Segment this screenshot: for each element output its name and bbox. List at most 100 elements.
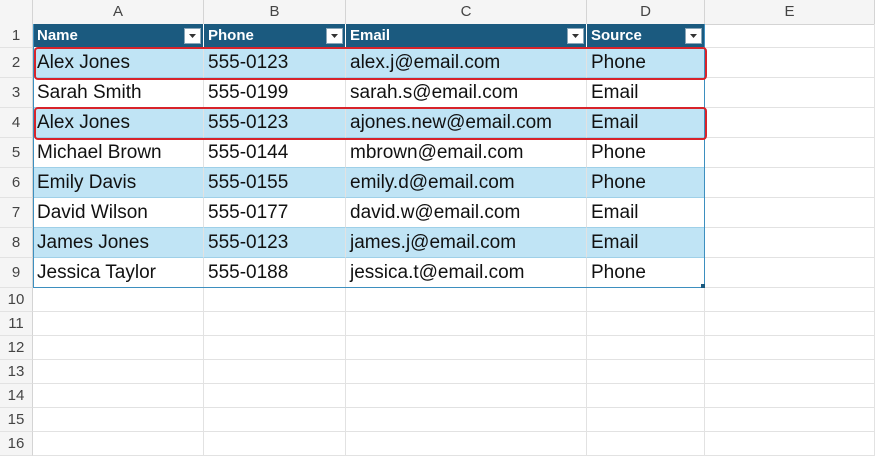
table-cell[interactable]: 555-0123 (204, 228, 346, 258)
table-cell[interactable]: 555-0123 (204, 108, 346, 138)
empty-cell[interactable] (587, 336, 705, 360)
table-cell[interactable]: 555-0123 (204, 48, 346, 78)
table-cell[interactable]: James Jones (33, 228, 204, 258)
empty-cell[interactable] (204, 288, 346, 312)
select-all-corner[interactable] (0, 0, 33, 24)
row-header-7[interactable]: 7 (0, 198, 33, 228)
table-cell[interactable]: emily.d@email.com (346, 168, 587, 198)
table-cell[interactable]: Email (587, 228, 705, 258)
table-cell[interactable]: james.j@email.com (346, 228, 587, 258)
empty-cell[interactable] (705, 408, 875, 432)
table-cell[interactable]: david.w@email.com (346, 198, 587, 228)
table-cell[interactable]: Email (587, 198, 705, 228)
table-cell[interactable]: 555-0199 (204, 78, 346, 108)
column-header-b[interactable]: B (204, 0, 346, 24)
empty-cell[interactable] (346, 360, 587, 384)
table-cell[interactable]: Jessica Taylor (33, 258, 204, 288)
table-cell-empty[interactable] (705, 138, 875, 168)
table-resize-handle[interactable] (701, 284, 705, 288)
table-header-name[interactable]: Name (33, 24, 204, 48)
empty-cell[interactable] (587, 312, 705, 336)
table-cell[interactable]: Michael Brown (33, 138, 204, 168)
empty-cell[interactable] (204, 384, 346, 408)
empty-cell[interactable] (346, 336, 587, 360)
row-header-4[interactable]: 4 (0, 108, 33, 138)
table-cell[interactable]: Phone (587, 48, 705, 78)
row-header-13[interactable]: 13 (0, 360, 33, 384)
filter-dropdown-button[interactable] (685, 28, 702, 44)
filter-dropdown-button[interactable] (184, 28, 201, 44)
empty-cell[interactable] (33, 336, 204, 360)
empty-cell[interactable] (204, 408, 346, 432)
empty-cell[interactable] (204, 432, 346, 456)
empty-cell[interactable] (705, 432, 875, 456)
row-header-2[interactable]: 2 (0, 48, 33, 78)
row-header-5[interactable]: 5 (0, 138, 33, 168)
table-cell[interactable]: 555-0144 (204, 138, 346, 168)
column-header-c[interactable]: C (346, 0, 587, 24)
table-header-phone[interactable]: Phone (204, 24, 346, 48)
table-cell[interactable]: mbrown@email.com (346, 138, 587, 168)
table-cell-empty[interactable] (705, 168, 875, 198)
table-cell[interactable]: David Wilson (33, 198, 204, 228)
empty-cell[interactable] (705, 288, 875, 312)
column-header-d[interactable]: D (587, 0, 705, 24)
filter-dropdown-button[interactable] (567, 28, 584, 44)
table-cell[interactable]: Phone (587, 168, 705, 198)
table-cell[interactable]: sarah.s@email.com (346, 78, 587, 108)
empty-cell[interactable] (587, 360, 705, 384)
table-cell[interactable]: Phone (587, 258, 705, 288)
row-header-15[interactable]: 15 (0, 408, 33, 432)
table-cell[interactable]: Email (587, 108, 705, 138)
empty-cell[interactable] (346, 384, 587, 408)
empty-cell[interactable] (33, 288, 204, 312)
empty-cell[interactable] (346, 312, 587, 336)
empty-cell[interactable] (33, 384, 204, 408)
row-header-9[interactable]: 9 (0, 258, 33, 288)
row-header-1[interactable]: 1 (0, 24, 33, 48)
empty-cell[interactable] (33, 360, 204, 384)
table-cell-empty[interactable] (705, 48, 875, 78)
table-cell[interactable]: alex.j@email.com (346, 48, 587, 78)
table-cell-empty[interactable] (705, 108, 875, 138)
table-cell[interactable]: Emily Davis (33, 168, 204, 198)
table-cell[interactable]: Sarah Smith (33, 78, 204, 108)
row-header-12[interactable]: 12 (0, 336, 33, 360)
empty-cell[interactable] (33, 432, 204, 456)
row-header-8[interactable]: 8 (0, 228, 33, 258)
table-cell-empty[interactable] (705, 198, 875, 228)
table-cell-empty[interactable] (705, 258, 875, 288)
empty-cell[interactable] (33, 312, 204, 336)
empty-cell[interactable] (705, 336, 875, 360)
empty-cell[interactable] (346, 408, 587, 432)
table-cell[interactable]: Alex Jones (33, 108, 204, 138)
table-cell[interactable]: 555-0155 (204, 168, 346, 198)
table-cell[interactable]: 555-0188 (204, 258, 346, 288)
empty-cell[interactable] (204, 360, 346, 384)
empty-cell[interactable] (705, 312, 875, 336)
row-header-14[interactable]: 14 (0, 384, 33, 408)
row-header-11[interactable]: 11 (0, 312, 33, 336)
column-header-a[interactable]: A (33, 0, 204, 24)
table-cell[interactable]: jessica.t@email.com (346, 258, 587, 288)
table-cell[interactable]: Email (587, 78, 705, 108)
table-cell[interactable]: 555-0177 (204, 198, 346, 228)
table-cell-empty[interactable] (705, 78, 875, 108)
table-cell-empty[interactable] (705, 228, 875, 258)
empty-cell[interactable] (587, 408, 705, 432)
table-cell[interactable]: Alex Jones (33, 48, 204, 78)
empty-cell[interactable] (587, 384, 705, 408)
row-header-16[interactable]: 16 (0, 432, 33, 456)
empty-cell[interactable] (587, 432, 705, 456)
table-cell[interactable]: ajones.new@email.com (346, 108, 587, 138)
filter-dropdown-button[interactable] (326, 28, 343, 44)
row-header-3[interactable]: 3 (0, 78, 33, 108)
empty-cell[interactable] (204, 312, 346, 336)
empty-cell[interactable] (587, 288, 705, 312)
empty-cell[interactable] (346, 288, 587, 312)
cell-e1[interactable] (705, 24, 875, 48)
empty-cell[interactable] (705, 360, 875, 384)
row-header-10[interactable]: 10 (0, 288, 33, 312)
table-cell[interactable]: Phone (587, 138, 705, 168)
empty-cell[interactable] (204, 336, 346, 360)
